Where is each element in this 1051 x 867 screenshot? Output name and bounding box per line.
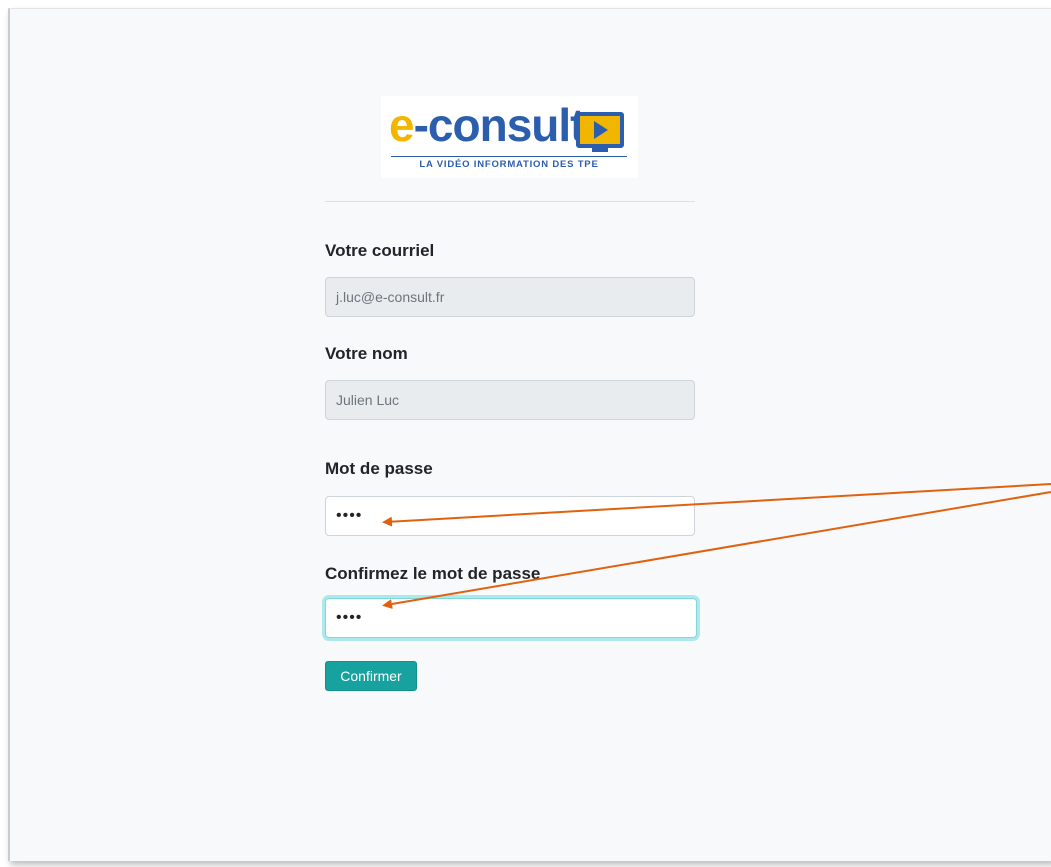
annotation-arrows	[382, 483, 1051, 609]
pointer-arrow-icon	[382, 491, 1051, 609]
pointer-arrow-icon	[382, 483, 1051, 527]
